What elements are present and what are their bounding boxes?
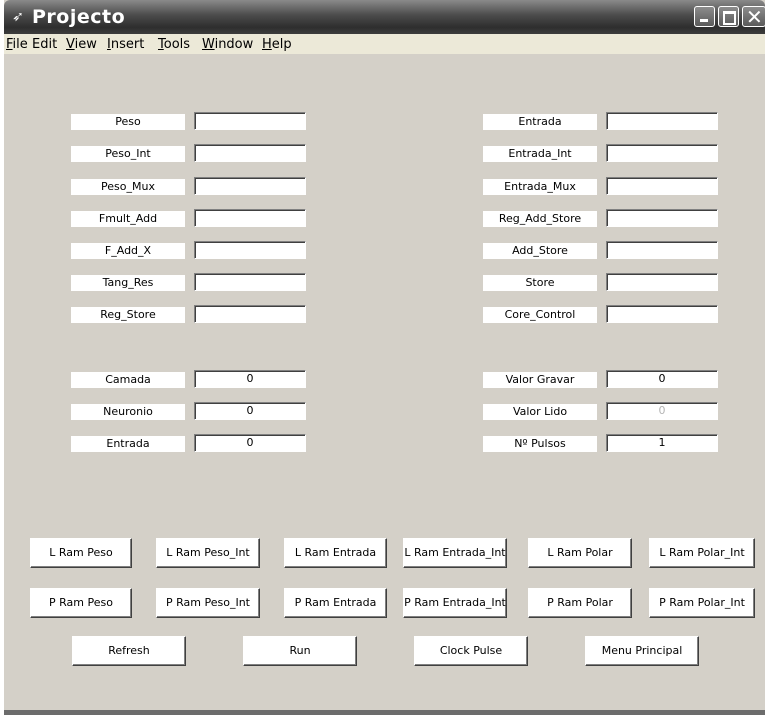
menu-view[interactable]: View <box>66 37 97 52</box>
label-fmult-add: Fmult_Add <box>71 211 185 227</box>
clock-pulse-button[interactable]: Clock Pulse <box>414 636 528 666</box>
label-add-store: Add_Store <box>483 243 597 259</box>
window-bottom-border <box>4 710 765 715</box>
field-store[interactable] <box>606 273 718 291</box>
field-camada[interactable]: 0 <box>194 370 306 388</box>
menu-help[interactable]: Help <box>262 37 292 52</box>
menu-tools[interactable]: Tools <box>158 37 190 52</box>
label-peso-int: Peso_Int <box>71 146 185 162</box>
label-valor-gravar: Valor Gravar <box>483 372 597 388</box>
field-f-add-x[interactable] <box>194 241 306 259</box>
label-neuronio: Neuronio <box>71 404 185 420</box>
figure-window: ➶ Projecto ✕ File Edit View Insert Tools… <box>4 0 765 715</box>
label-reg-add-store: Reg_Add_Store <box>483 211 597 227</box>
p-ram-polar-int-button[interactable]: P Ram Polar_Int <box>649 588 755 618</box>
maximize-button[interactable] <box>718 6 739 27</box>
l-ram-entrada-int-button[interactable]: L Ram Entrada_Int <box>403 538 507 568</box>
close-button[interactable]: ✕ <box>742 5 765 29</box>
l-ram-entrada-button[interactable]: L Ram Entrada <box>284 538 387 568</box>
label-f-add-x: F_Add_X <box>71 243 185 259</box>
field-peso[interactable] <box>194 112 306 130</box>
label-entrada-int: Entrada_Int <box>483 146 597 162</box>
p-ram-peso-button[interactable]: P Ram Peso <box>30 588 132 618</box>
field-reg-store[interactable] <box>194 305 306 323</box>
field-core-control[interactable] <box>606 305 718 323</box>
label-n-pulsos: Nº Pulsos <box>483 436 597 452</box>
label-peso: Peso <box>71 114 185 130</box>
p-ram-entrada-int-button[interactable]: P Ram Entrada_Int <box>403 588 507 618</box>
label-core-control: Core_Control <box>483 307 597 323</box>
label-entrada-param: Entrada <box>71 436 185 452</box>
field-tang-res[interactable] <box>194 273 306 291</box>
label-peso-mux: Peso_Mux <box>71 179 185 195</box>
label-entrada-mux: Entrada_Mux <box>483 179 597 195</box>
title-bar[interactable]: ➶ Projecto ✕ <box>4 0 765 34</box>
label-camada: Camada <box>71 372 185 388</box>
field-reg-add-store[interactable] <box>606 209 718 227</box>
label-reg-store: Reg_Store <box>71 307 185 323</box>
menu-window[interactable]: Window <box>202 37 253 52</box>
p-ram-entrada-button[interactable]: P Ram Entrada <box>284 588 387 618</box>
menu-insert[interactable]: Insert <box>107 37 144 52</box>
l-ram-peso-int-button[interactable]: L Ram Peso_Int <box>156 538 260 568</box>
field-entrada-mux[interactable] <box>606 177 718 195</box>
field-add-store[interactable] <box>606 241 718 259</box>
run-button[interactable]: Run <box>243 636 357 666</box>
field-n-pulsos[interactable]: 1 <box>606 434 718 452</box>
field-neuronio[interactable]: 0 <box>194 402 306 420</box>
window-title: Projecto <box>32 6 126 28</box>
matlab-figure-icon: ➶ <box>12 9 24 25</box>
p-ram-polar-button[interactable]: P Ram Polar <box>528 588 632 618</box>
menu-bar: File Edit View Insert Tools Window Help <box>4 34 765 54</box>
field-fmult-add[interactable] <box>194 209 306 227</box>
minimize-icon <box>700 19 708 22</box>
label-valor-lido: Valor Lido <box>483 404 597 420</box>
refresh-button[interactable]: Refresh <box>72 636 186 666</box>
l-ram-polar-button[interactable]: L Ram Polar <box>528 538 632 568</box>
minimize-button[interactable] <box>694 6 715 27</box>
menu-file[interactable]: File <box>6 37 28 52</box>
maximize-icon <box>723 11 736 25</box>
field-peso-int[interactable] <box>194 144 306 162</box>
p-ram-peso-int-button[interactable]: P Ram Peso_Int <box>156 588 260 618</box>
field-peso-mux[interactable] <box>194 177 306 195</box>
menu-edit[interactable]: Edit <box>32 37 57 52</box>
field-valor-gravar[interactable]: 0 <box>606 370 718 388</box>
label-tang-res: Tang_Res <box>71 275 185 291</box>
l-ram-polar-int-button[interactable]: L Ram Polar_Int <box>649 538 755 568</box>
menu-principal-button[interactable]: Menu Principal <box>585 636 699 666</box>
field-entrada-int[interactable] <box>606 144 718 162</box>
label-entrada: Entrada <box>483 114 597 130</box>
l-ram-peso-button[interactable]: L Ram Peso <box>30 538 132 568</box>
field-entrada-param[interactable]: 0 <box>194 434 306 452</box>
field-entrada[interactable] <box>606 112 718 130</box>
label-store: Store <box>483 275 597 291</box>
field-valor-lido: 0 <box>606 402 718 420</box>
close-icon: ✕ <box>746 5 763 29</box>
